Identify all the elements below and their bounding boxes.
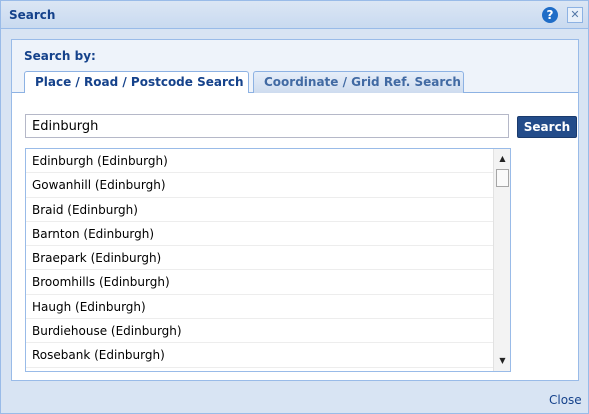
title-bar[interactable]: Search ? ✕ xyxy=(1,1,588,29)
results-list-box: Edinburgh (Edinburgh) Gowanhill (Edinburg… xyxy=(25,148,511,372)
list-item[interactable]: Braid (Edinburgh) xyxy=(26,198,493,222)
list-item[interactable]: Edinburgh (Edinburgh) xyxy=(26,149,493,174)
question-mark-icon[interactable]: ? xyxy=(542,7,558,23)
list-item[interactable]: Barnton (Edinburgh) xyxy=(26,222,493,247)
search-panel: Search Edinburgh (Edinburgh)Gowanhill (E… xyxy=(12,93,578,380)
scroll-up-arrow-icon[interactable]: ▲ xyxy=(494,151,510,167)
list-item[interactable]: Broomhills (Edinburgh) xyxy=(26,270,493,295)
dialog-title: Search xyxy=(9,8,56,22)
tab-bar: Place / Road / Postcode Search Coordinat… xyxy=(12,69,578,94)
search-input[interactable] xyxy=(25,114,509,138)
list-item[interactable]: Gowanhill (Edinburgh) xyxy=(26,173,493,198)
tab-place-road-postcode[interactable]: Place / Road / Postcode Search xyxy=(24,71,249,94)
close-icon[interactable]: ✕ xyxy=(567,7,583,23)
search-by-label: Search by: xyxy=(24,49,96,63)
dialog-body: Search by: Place / Road / Postcode Searc… xyxy=(11,39,579,381)
list-item[interactable]: Haugh (Edinburgh) xyxy=(26,295,493,320)
list-item[interactable]: Braepark (Edinburgh) xyxy=(26,246,493,271)
scroll-down-arrow-icon[interactable]: ▼ xyxy=(494,353,510,369)
vertical-scrollbar[interactable]: ▲ ▼ xyxy=(493,149,510,371)
list-item[interactable]: Burdiehouse (Edinburgh) xyxy=(26,319,493,344)
search-button[interactable]: Search xyxy=(517,116,577,138)
search-dialog: Search ? ✕ Search by: Place / Road / Pos… xyxy=(0,0,589,414)
tab-coordinate-grid-ref[interactable]: Coordinate / Grid Ref. Search xyxy=(253,71,464,93)
close-link[interactable]: Close xyxy=(549,393,582,407)
scroll-thumb[interactable] xyxy=(496,169,509,187)
list-item[interactable]: Rosebank (Edinburgh) xyxy=(26,343,493,368)
results-list: Edinburgh (Edinburgh) Gowanhill (Edinburg… xyxy=(26,149,493,371)
